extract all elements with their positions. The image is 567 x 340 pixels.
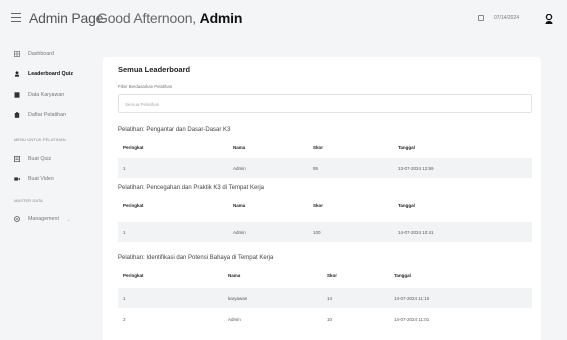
grid-icon	[14, 51, 20, 57]
cell-name: karyawan	[228, 295, 248, 301]
trophy-icon	[15, 71, 19, 77]
column-header-score: Skor	[313, 203, 324, 208]
date-picker[interactable]: 07/14/2024	[478, 15, 519, 21]
sidebar-item-label: Dashboard	[28, 51, 54, 57]
video-icon	[14, 177, 20, 181]
column-header-rank: Peringkat	[123, 203, 144, 208]
chevron-down-icon: ⌄	[66, 216, 71, 222]
table-row: 1 karyawan 14 14-07-2024 11:10	[118, 288, 532, 308]
section-heading: Pelatihan: Pengantar dan Dasar-Dasar K3	[118, 127, 231, 133]
sidebar-item-daftar-pelatihan[interactable]: Daftar Pelatihan	[14, 109, 66, 121]
column-header-date: Tanggal	[398, 203, 415, 208]
quiz-icon	[14, 156, 20, 162]
sidebar-item-buat-video[interactable]: Buat Video	[14, 173, 54, 185]
date-value: 07/14/2024	[494, 15, 520, 21]
cell-rank: 1	[123, 165, 126, 171]
column-header-rank: Peringkat	[123, 273, 144, 278]
training-filter-select[interactable]: Semua Pelatihan	[118, 94, 532, 113]
greeting: Good Afternoon, Admin	[97, 10, 242, 26]
table-header: Peringkat Nama Skor Tanggal	[118, 268, 532, 283]
cell-rank: 1	[123, 295, 126, 301]
table-header: Peringkat Nama Skor Tanggal	[118, 198, 532, 213]
sidebar-item-label: Buat Quiz	[28, 156, 52, 162]
section-heading: Pelatihan: Identifikasi dan Potensi Baha…	[118, 255, 274, 261]
gear-icon	[14, 216, 20, 222]
user-name: Admin	[199, 10, 243, 26]
sidebar-item-label: Management	[28, 216, 59, 222]
table-header: Peringkat Nama Skor Tanggal	[118, 140, 532, 155]
table-row: 2 Admin 10 14-07-2024 11:01	[118, 309, 532, 329]
sidebar-item-buat-quiz[interactable]: Buat Quiz	[14, 153, 51, 165]
section-title-master: MASTER DATA	[14, 198, 43, 203]
sidebar-item-label: Buat Video	[28, 176, 54, 182]
column-header-date: Tanggal	[398, 145, 415, 150]
sidebar-item-label: Daftar Pelatihan	[28, 112, 66, 118]
filter-label: Filter Berdasarkan Pelatihan	[118, 84, 173, 89]
sidebar-item-dashboard[interactable]: Dashboard	[14, 48, 54, 60]
greeting-text: Good Afternoon,	[97, 10, 196, 26]
cell-date: 13-07-2024 12:59	[398, 165, 434, 171]
cell-score: 14	[327, 295, 333, 301]
column-header-score: Skor	[327, 273, 338, 278]
section-heading: Pelatihan: Pencegahan dan Praktik K3 di …	[118, 185, 264, 191]
card-title: Semua Leaderboard	[118, 65, 191, 74]
sidebar-item-data-karyawan[interactable]: Data Karyawan	[14, 89, 64, 101]
calendar-icon	[478, 15, 484, 21]
sidebar-item-label: Data Karyawan	[28, 92, 65, 98]
cell-date: 14-07-2024 11:10	[394, 295, 430, 301]
table-row: 1 Admin 100 14-07-2024 10:41	[118, 222, 532, 242]
cell-score: 100	[313, 229, 321, 235]
sidebar-item-label: Leaderboard Quiz	[28, 71, 74, 77]
hamburger-menu-icon[interactable]	[11, 13, 21, 22]
cell-score: 10	[327, 316, 333, 322]
cell-name: Admin	[233, 165, 246, 171]
column-header-date: Tanggal	[394, 273, 411, 278]
table-row: 1 Admin 95 13-07-2024 12:59	[118, 158, 532, 178]
clipboard-icon	[14, 112, 20, 118]
sidebar-item-leaderboard[interactable]: Leaderboard Quiz	[14, 68, 73, 80]
cell-rank: 2	[123, 316, 126, 322]
column-header-name: Nama	[233, 203, 246, 208]
sidebar-item-management[interactable]: Management ⌄	[14, 213, 70, 225]
cell-name: Admin	[233, 229, 246, 235]
id-card-icon	[14, 92, 20, 98]
cell-name: Admin	[228, 316, 241, 322]
cell-score: 95	[313, 165, 319, 171]
leaderboard-card: Semua Leaderboard Filter Berdasarkan Pel…	[103, 57, 541, 340]
cell-date: 14-07-2024 10:41	[398, 229, 434, 235]
column-header-score: Skor	[313, 145, 324, 150]
column-header-rank: Peringkat	[123, 145, 144, 150]
column-header-name: Nama	[228, 273, 241, 278]
cell-date: 14-07-2024 11:01	[394, 316, 430, 322]
cell-rank: 1	[123, 229, 126, 235]
user-icon[interactable]	[545, 14, 553, 24]
top-bar: Admin Page Good Afternoon, Admin 07/14/2…	[0, 0, 567, 40]
app-title: Admin Page	[29, 10, 104, 26]
section-title-training: MENU UNTUK PELATIHAN	[14, 137, 66, 142]
sidebar: Dashboard Leaderboard Quiz Data Karyawan…	[0, 40, 95, 340]
column-header-name: Nama	[233, 145, 246, 150]
